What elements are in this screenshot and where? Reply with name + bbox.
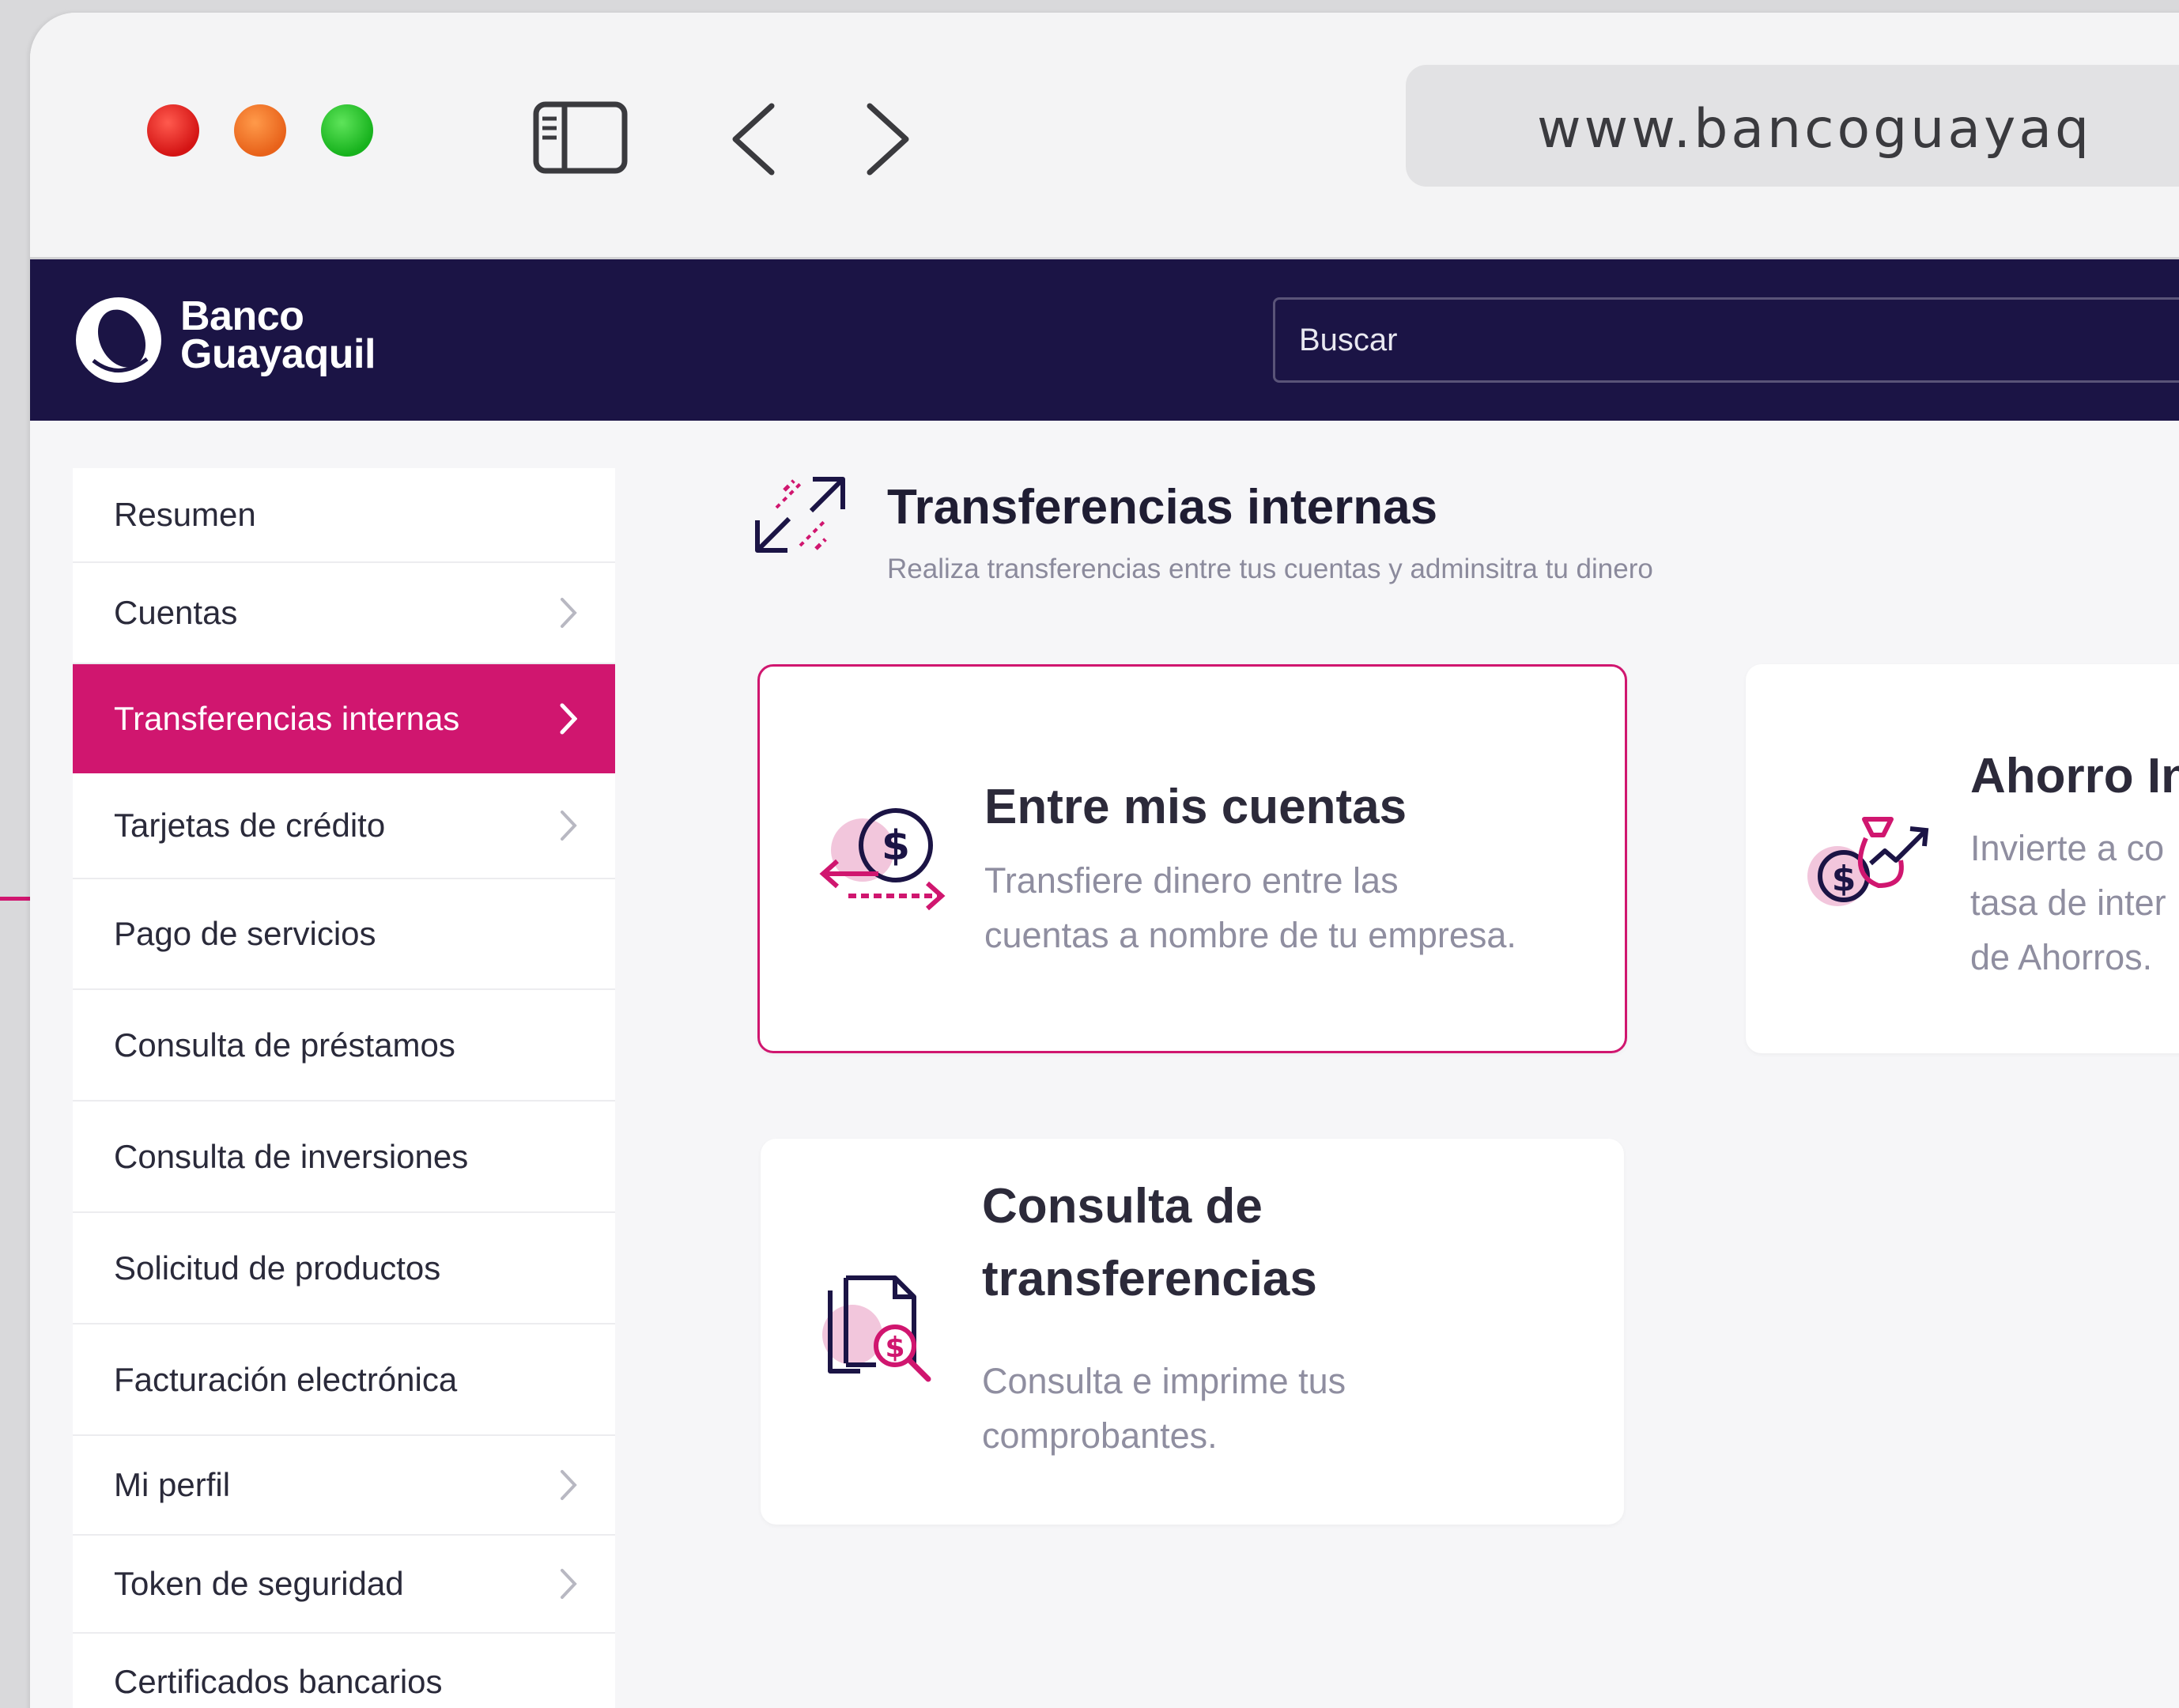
card-description-line: de Ahorros. <box>1970 937 2153 977</box>
bank-logo-icon[interactable] <box>71 293 166 387</box>
page-title: Transferencias internas <box>887 480 1438 535</box>
search-input[interactable] <box>1273 297 2179 383</box>
bank-logo-text: Banco Guayaquil <box>180 293 376 377</box>
logo-line-1: Banco <box>180 293 304 339</box>
sidebar-item-label: Transferencias internas <box>114 700 460 737</box>
address-bar-url: www.bancoguayaq <box>1537 98 2093 161</box>
sidebar-item-label: Tarjetas de crédito <box>114 807 386 844</box>
sidebar-item-tarjetas-de-credito[interactable]: Tarjetas de crédito <box>73 773 615 879</box>
sidebar-item-mi-perfil[interactable]: Mi perfil <box>73 1436 615 1536</box>
sidebar-nav: Resumen Cuentas Transferencias internas … <box>73 468 615 1708</box>
svg-text:$: $ <box>1832 859 1856 899</box>
card-description: Consulta e imprime tus comprobantes. <box>982 1354 1346 1463</box>
sidebar-item-label: Token de seguridad <box>114 1565 404 1602</box>
sidebar-item-label: Consulta de préstamos <box>114 1026 455 1064</box>
document-search-icon: $ <box>822 1275 931 1382</box>
chevron-right-icon <box>561 1470 577 1500</box>
sidebar-item-token-de-seguridad[interactable]: Token de seguridad <box>73 1536 615 1634</box>
card-description-line: comprobantes. <box>982 1415 1218 1456</box>
sidebar-item-label: Pago de servicios <box>114 915 376 952</box>
sidebar-item-label: Certificados bancarios <box>114 1663 443 1700</box>
forward-arrow-icon[interactable] <box>860 101 916 177</box>
logo-line-2: Guayaquil <box>180 331 376 377</box>
sidebar-item-label: Mi perfil <box>114 1466 231 1503</box>
sidebar-item-consulta-de-inversiones[interactable]: Consulta de inversiones <box>73 1102 615 1213</box>
card-entre-mis-cuentas[interactable]: $ Entre mis cuentas Transfiere dinero en… <box>757 664 1627 1053</box>
transfer-arrows-icon <box>755 477 845 553</box>
sidebar-item-solicitud-de-productos[interactable]: Solicitud de productos <box>73 1213 615 1324</box>
sidebar-item-certificados-bancarios[interactable]: Certificados bancarios <box>73 1634 615 1708</box>
card-description-line: tasa de inter <box>1970 882 2166 923</box>
card-title: Ahorro In <box>1970 749 2179 803</box>
card-description-line: Consulta e imprime tus <box>982 1361 1346 1401</box>
chevron-right-icon <box>561 598 577 628</box>
card-consulta-de-transferencias[interactable]: $ Consulta de transferencias Consulta e … <box>761 1139 1624 1525</box>
back-arrow-icon[interactable] <box>726 101 781 177</box>
browser-toolbar: www.bancoguayaq <box>30 13 2179 259</box>
minimize-window-button[interactable] <box>234 104 286 157</box>
card-description: Transfiere dinero entre las cuentas a no… <box>984 853 1516 962</box>
sidebar-item-pago-de-servicios[interactable]: Pago de servicios <box>73 879 615 990</box>
sidebar-item-label: Solicitud de productos <box>114 1249 441 1287</box>
card-description-line: Transfiere dinero entre las <box>984 860 1399 901</box>
close-window-button[interactable] <box>147 104 199 157</box>
card-title: Entre mis cuentas <box>984 780 1407 834</box>
browser-window: www.bancoguayaq Banco Guayaquil Resumen … <box>30 13 2179 1708</box>
sidebar-item-facturacion-electronica[interactable]: Facturación electrónica <box>73 1324 615 1436</box>
chevron-right-icon <box>560 703 577 735</box>
card-description-line: Invierte a co <box>1970 828 2165 868</box>
svg-text:$: $ <box>882 822 910 870</box>
page-subtitle: Realiza transferencias entre tus cuentas… <box>887 554 1653 584</box>
card-title-line: transferencias <box>982 1252 1317 1306</box>
card-description: Invierte a co tasa de inter de Ahorros. <box>1970 821 2166 984</box>
savings-bag-icon: $ <box>1807 817 1929 906</box>
sidebar-toggle-icon[interactable] <box>533 101 628 174</box>
sidebar-item-cuentas[interactable]: Cuentas <box>73 563 615 664</box>
sidebar-item-label: Resumen <box>114 496 256 533</box>
chevron-right-icon <box>561 811 577 841</box>
card-description-line: cuentas a nombre de tu empresa. <box>984 915 1516 955</box>
card-title-line: Consulta de <box>982 1179 1263 1234</box>
chevron-right-icon <box>561 1569 577 1599</box>
svg-text:$: $ <box>885 1332 904 1364</box>
sidebar-item-resumen[interactable]: Resumen <box>73 468 615 563</box>
app-header: Banco Guayaquil <box>30 259 2179 421</box>
transfer-coin-icon: $ <box>819 808 946 911</box>
maximize-window-button[interactable] <box>321 104 373 157</box>
sidebar-item-transferencias-internas[interactable]: Transferencias internas <box>73 664 615 773</box>
sidebar-item-consulta-de-prestamos[interactable]: Consulta de préstamos <box>73 990 615 1102</box>
card-title: Consulta de transferencias <box>982 1170 1317 1316</box>
sidebar-item-label: Facturación electrónica <box>114 1360 458 1398</box>
sidebar-item-label: Consulta de inversiones <box>114 1137 469 1175</box>
sidebar-item-label: Cuentas <box>114 594 238 631</box>
card-ahorro-inversion[interactable]: $ Ahorro In Invierte a co tasa de inter … <box>1746 664 2179 1053</box>
